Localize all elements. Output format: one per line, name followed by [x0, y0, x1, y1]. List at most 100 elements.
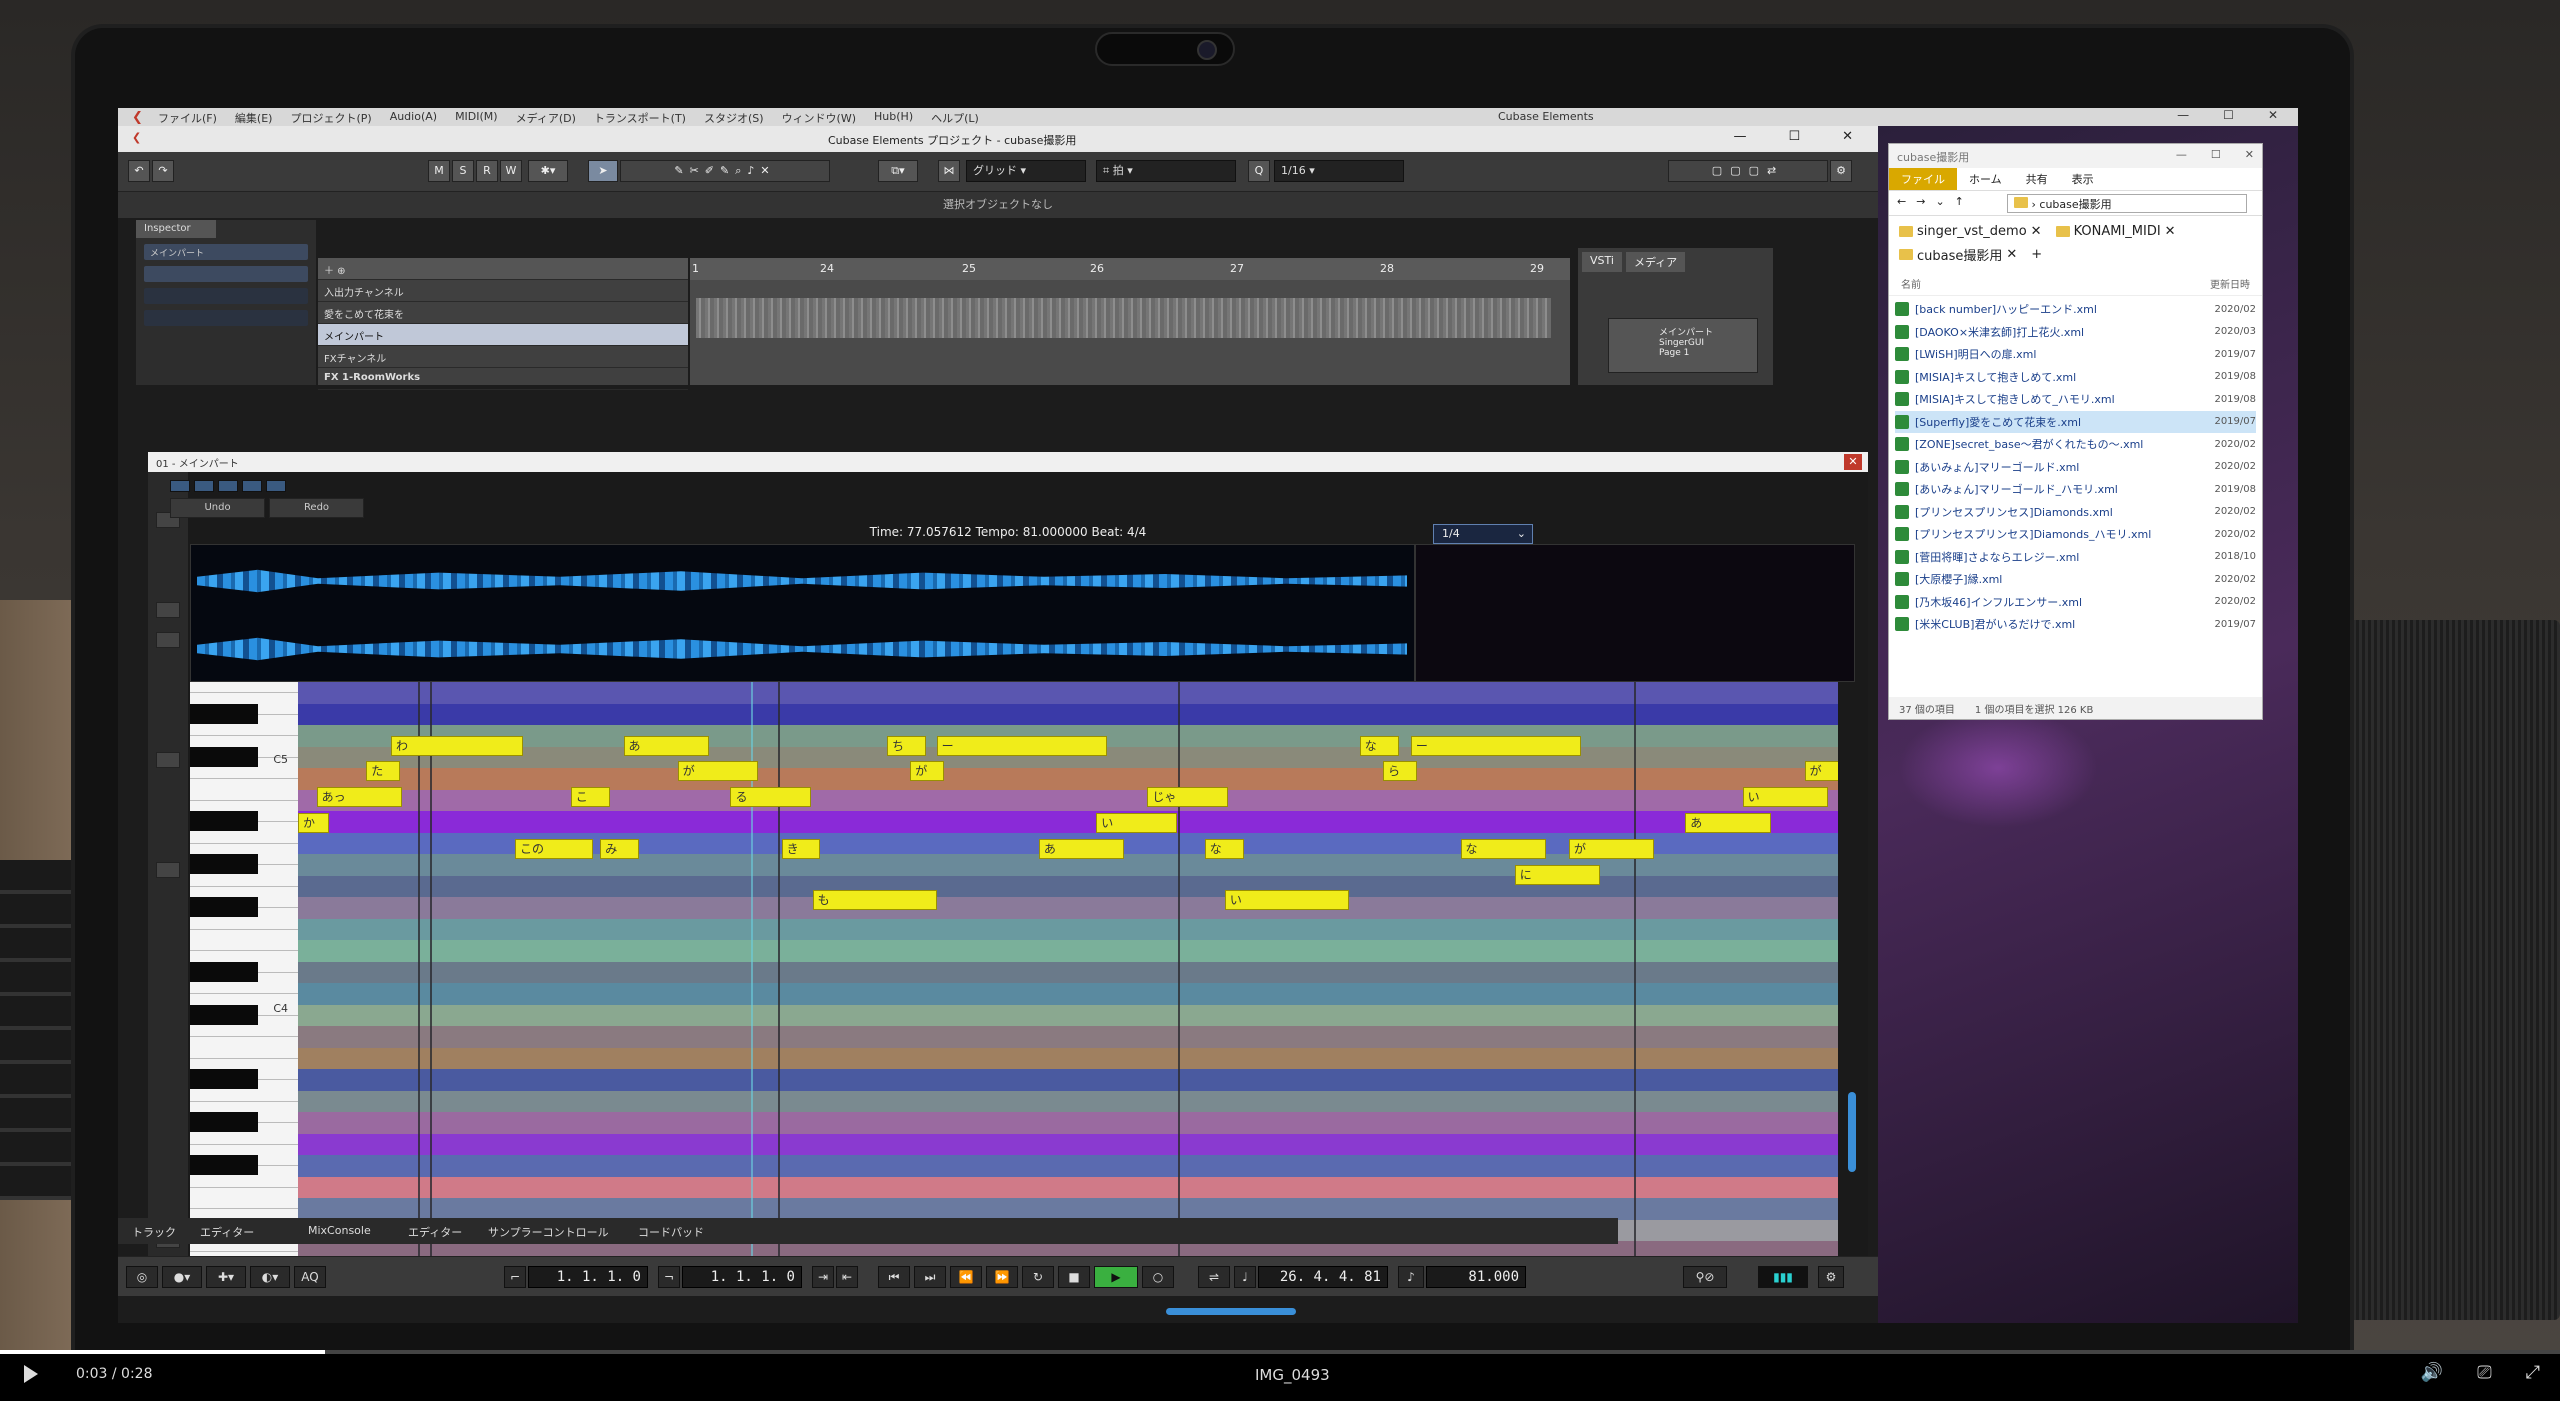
piano-black-key[interactable] — [190, 961, 258, 982]
ribbon-tab[interactable]: 表示 — [2060, 168, 2106, 190]
right-locator-field[interactable]: 1. 1. 1. 0 — [682, 1266, 802, 1288]
file-list-item[interactable]: [あいみょん]マリーゴールド.xml 2020/02 — [1895, 456, 2256, 479]
piano-black-key[interactable] — [190, 703, 258, 724]
note-event[interactable]: わ — [391, 735, 523, 756]
forward-icon[interactable]: ⏩ — [986, 1266, 1018, 1288]
maximize-icon[interactable]: ☐ — [2223, 108, 2234, 122]
strip-button[interactable] — [156, 602, 180, 618]
grid-beat-select[interactable]: ⌗ 拍 ▾ — [1096, 160, 1236, 182]
grid-type-select[interactable]: グリッド ▾ — [966, 160, 1086, 182]
undo-button[interactable]: Undo — [170, 498, 265, 518]
record-mode-icon[interactable]: ●▾ — [162, 1266, 202, 1288]
note-event[interactable]: が — [677, 761, 759, 782]
auto-quantize-icon[interactable]: ◐▾ — [250, 1266, 290, 1288]
menu-item[interactable]: ファイル(F) — [158, 110, 217, 126]
tempo-icon[interactable]: ♪ — [1398, 1266, 1424, 1288]
minimize-icon[interactable]: — — [2176, 148, 2187, 161]
note-event[interactable]: い — [1224, 890, 1349, 911]
inspector-controls[interactable] — [144, 266, 308, 282]
lower-zone-tab[interactable]: エディター — [408, 1224, 462, 1240]
menu-item[interactable]: Hub(H) — [874, 110, 913, 126]
note-event[interactable]: な — [1204, 838, 1244, 859]
minimize-icon[interactable]: — — [1733, 129, 1746, 144]
pointer-tool-icon[interactable]: ➤ — [588, 160, 618, 182]
pitch-lane[interactable] — [298, 811, 1838, 833]
file-list-item[interactable]: [ZONE]secret_base〜君がくれたもの〜.xml 2020/02 — [1895, 433, 2256, 456]
note-event[interactable]: な — [1359, 735, 1399, 756]
pitch-lane[interactable] — [298, 1047, 1838, 1069]
note-event[interactable]: た — [366, 761, 401, 782]
new-tab-icon[interactable]: + — [2031, 245, 2042, 264]
pitch-lane[interactable] — [298, 1155, 1838, 1177]
waveform-overview[interactable] — [190, 544, 1415, 682]
maximize-icon[interactable]: ☐ — [2211, 148, 2221, 161]
piano-roll[interactable]: わあちーなーたががらがあっこるじゃいかいあこのみきあなながにもい — [298, 682, 1838, 1282]
tab-media[interactable]: メディア — [1625, 252, 1686, 272]
note-event[interactable]: あ — [1038, 838, 1125, 859]
pitch-lane[interactable] — [298, 1026, 1838, 1048]
file-list-item[interactable]: [菅田将暉]さよならエレジー.xml 2018/10 — [1895, 546, 2256, 569]
close-icon[interactable]: ✕ — [2268, 108, 2278, 122]
file-list-item[interactable]: [大原櫻子]縁.xml 2020/02 — [1895, 568, 2256, 591]
piano-black-key[interactable] — [190, 1112, 258, 1132]
fullscreen-icon[interactable]: ⤢ — [2526, 1362, 2540, 1383]
file-list-item[interactable]: [プリンセスプリンセス]Diamonds_ハモリ.xml 2020/02 — [1895, 523, 2256, 546]
automation-mode-icon[interactable]: ✱▾ — [528, 160, 568, 182]
address-field[interactable]: › cubase撮影用 — [2007, 194, 2247, 213]
horizontal-scrollbar[interactable] — [1166, 1308, 1296, 1315]
file-list-item[interactable]: [LWiSH]明日への扉.xml 2019/07 — [1895, 343, 2256, 366]
file-list-item[interactable]: [プリンセスプリンセス]Diamonds.xml 2020/02 — [1895, 501, 2256, 524]
snap-mode-icon[interactable]: ⧉▾ — [878, 160, 918, 182]
lower-zone-tab[interactable]: サンプラーコントロール — [488, 1224, 609, 1240]
aq-button[interactable]: AQ — [294, 1266, 326, 1288]
note-event[interactable]: ら — [1383, 761, 1418, 782]
maximize-icon[interactable]: ☐ — [1788, 129, 1800, 144]
ribbon-tab[interactable]: 共有 — [2014, 168, 2060, 190]
click-icon[interactable]: ⇌ — [1198, 1266, 1230, 1288]
pitch-lane[interactable] — [298, 897, 1838, 919]
vertical-scrollbar[interactable] — [1848, 1092, 1856, 1172]
pitch-lane[interactable] — [298, 789, 1838, 811]
piano-keyboard[interactable]: C5 C4 — [190, 682, 298, 1282]
pitch-lane[interactable] — [298, 1090, 1838, 1112]
menu-item[interactable]: プロジェクト(P) — [290, 110, 371, 126]
strip-button[interactable] — [156, 752, 180, 768]
close-icon[interactable]: ✕ — [1842, 129, 1853, 144]
rewind-icon[interactable]: ⏪ — [950, 1266, 982, 1288]
note-event[interactable]: る — [730, 787, 812, 808]
editor-tool-button[interactable] — [170, 480, 190, 492]
pitch-lane[interactable] — [298, 875, 1838, 897]
file-list-item[interactable]: [Superfly]愛をこめて花束を.xml 2019/07 — [1895, 410, 2256, 433]
note-event[interactable]: あっ — [316, 787, 402, 808]
up-icon[interactable]: ↑ — [1955, 195, 1964, 211]
piano-black-key[interactable] — [190, 1069, 258, 1089]
write-button[interactable]: W — [500, 160, 522, 182]
left-locator-icon[interactable]: ⌐ — [504, 1266, 526, 1288]
menu-item[interactable]: スタジオ(S) — [704, 110, 764, 126]
note-event[interactable]: あ — [1685, 813, 1771, 833]
lower-zone-tab[interactable]: コードパッド — [638, 1224, 704, 1240]
file-list-item[interactable]: [MISIA]キスして抱きしめて_ハモリ.xml 2019/08 — [1895, 388, 2256, 411]
close-tab-icon[interactable]: ✕ — [2006, 247, 2017, 262]
lower-zone-tab[interactable]: エディター — [200, 1224, 254, 1240]
go-to-start-icon[interactable]: ⏮ — [878, 1266, 910, 1288]
pitch-lane[interactable] — [298, 768, 1838, 790]
note-event[interactable]: み — [600, 838, 639, 859]
piano-black-key[interactable] — [190, 746, 258, 767]
note-event[interactable]: が — [910, 761, 945, 782]
pitch-lane[interactable] — [298, 1133, 1838, 1155]
column-name[interactable]: 名前 — [1901, 276, 1921, 291]
pitch-lane[interactable] — [298, 940, 1838, 962]
punch-in-icon[interactable]: ⇥ — [812, 1266, 834, 1288]
solo-button[interactable]: S — [452, 160, 474, 182]
quantize-select[interactable]: 1/16 ▾ — [1274, 160, 1404, 182]
time-display-icon[interactable]: ♩ — [1234, 1266, 1256, 1288]
cycle-icon[interactable]: ↻ — [1022, 1266, 1054, 1288]
tempo-field[interactable]: 81.000 — [1426, 1266, 1526, 1288]
close-icon[interactable]: ✕ — [2245, 148, 2254, 161]
note-event[interactable]: じゃ — [1147, 787, 1228, 808]
note-event[interactable]: が — [1804, 761, 1838, 782]
menu-item[interactable]: 編集(E) — [235, 110, 273, 126]
record-icon[interactable]: ○ — [1142, 1266, 1174, 1288]
ribbon-tab[interactable]: ホーム — [1957, 168, 2014, 190]
